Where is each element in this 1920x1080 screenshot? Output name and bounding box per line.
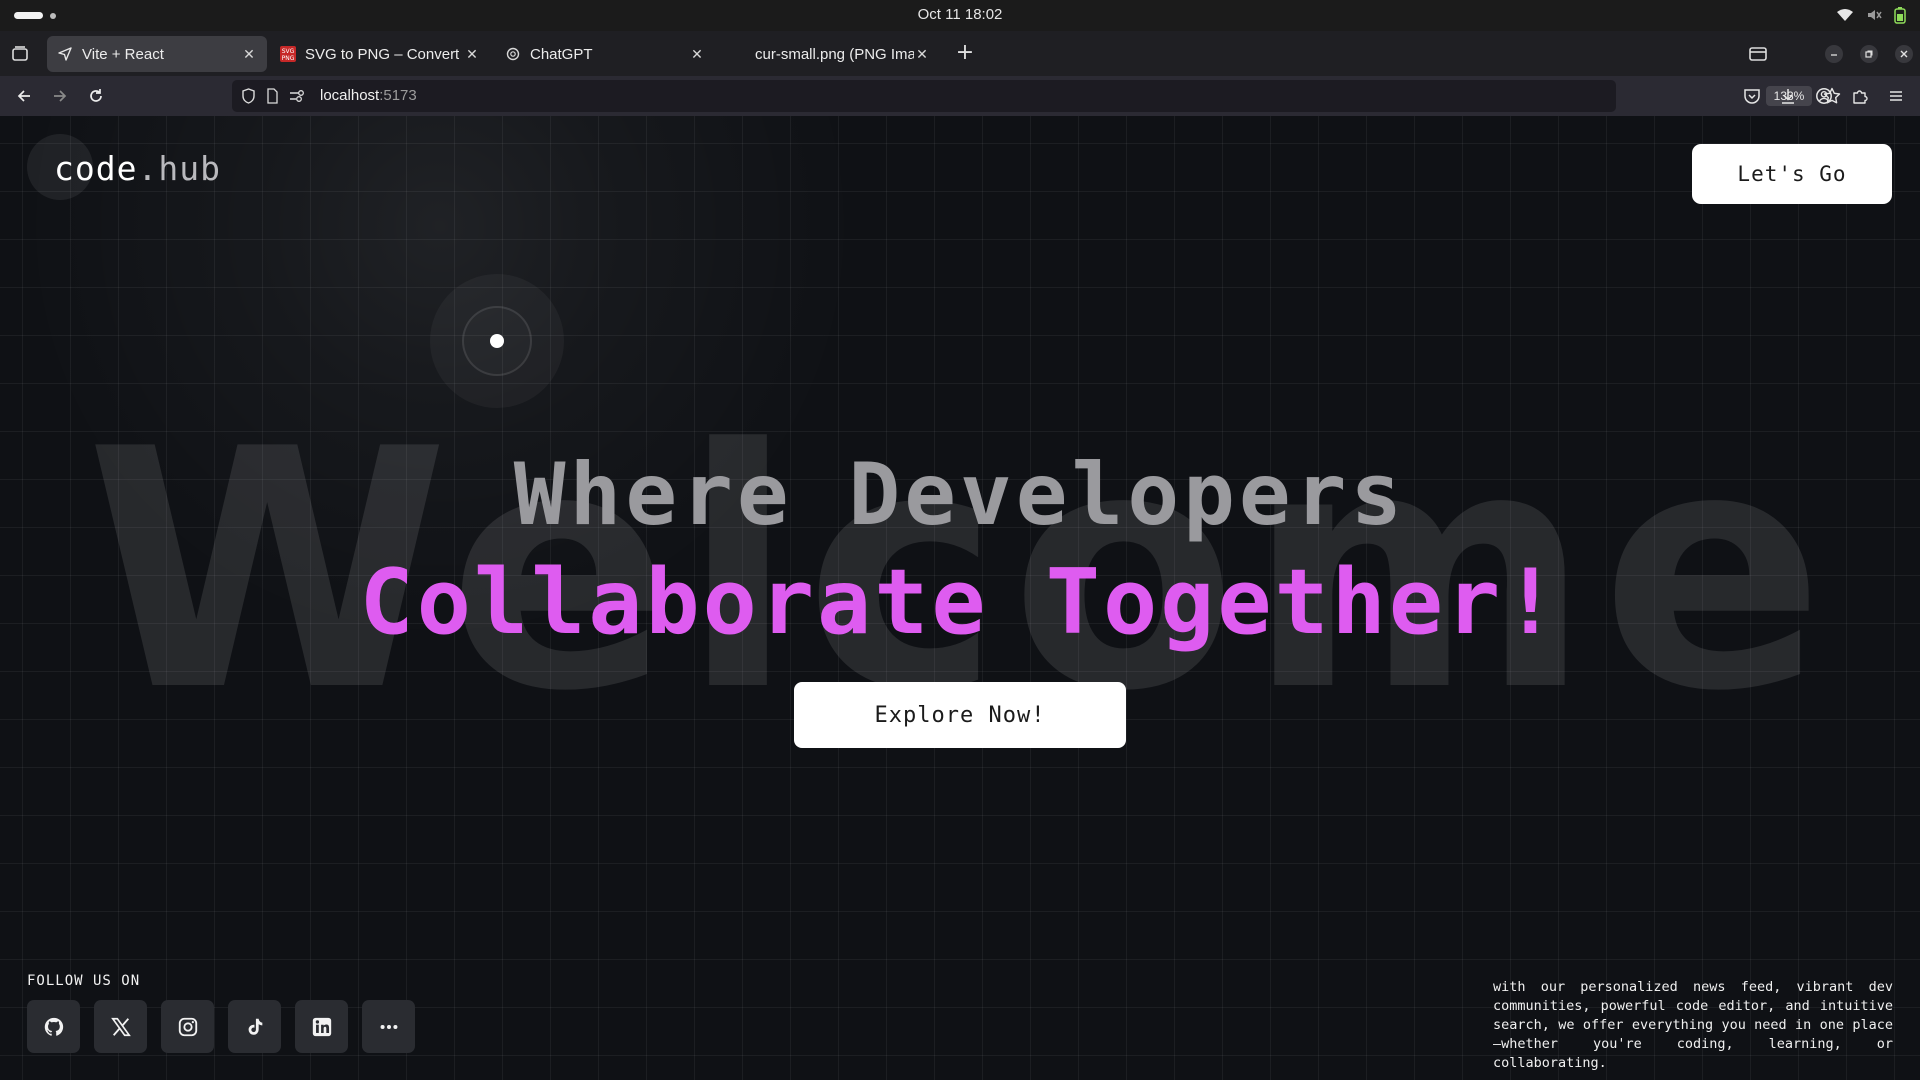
github-icon (44, 1017, 63, 1036)
hero-headline-line-1: Where Developers (513, 445, 1407, 545)
more-link[interactable] (362, 1000, 415, 1053)
tab-list-icon[interactable] (9, 43, 31, 65)
svg-text:SVG: SVG (282, 48, 295, 55)
shield-icon[interactable] (241, 88, 256, 104)
menu-hamburger-icon[interactable] (1884, 84, 1908, 108)
image-icon (730, 46, 746, 62)
site-logo[interactable]: code.hub (54, 149, 221, 188)
restore-icon[interactable] (1860, 45, 1878, 63)
tab-title: ChatGPT (530, 45, 593, 63)
minimize-icon[interactable] (1825, 45, 1843, 63)
battery-icon (1894, 7, 1906, 24)
permissions-icon[interactable] (289, 89, 305, 103)
os-clock[interactable]: Oct 11 18:02 (0, 6, 1920, 23)
wifi-icon (1837, 9, 1853, 21)
instagram-link[interactable] (161, 1000, 214, 1053)
tab-title: cur-small.png (PNG Image, 5C (755, 45, 914, 63)
svg-png-icon: SVG PNG (280, 46, 296, 62)
more-icon (380, 1024, 397, 1029)
lets-go-button[interactable]: Let's Go (1692, 144, 1892, 204)
logo-code: code (54, 149, 138, 188)
url-bar[interactable]: localhost:5173 133% (232, 80, 1841, 112)
forward-arrow-icon[interactable] (48, 84, 72, 108)
github-link[interactable] (27, 1000, 80, 1053)
url-port: :5173 (379, 87, 417, 104)
tiktok-icon (248, 1018, 262, 1035)
tab-title: Vite + React (82, 45, 164, 63)
pocket-icon[interactable] (1740, 84, 1764, 108)
account-icon[interactable] (1812, 84, 1836, 108)
download-icon[interactable] (1776, 84, 1800, 108)
tab-svg-to-png[interactable]: SVGPNG SVG to PNG – Convert SVG ✕ (270, 36, 490, 72)
tab-close-icon[interactable]: ✕ (464, 46, 480, 62)
x-icon (110, 1017, 131, 1036)
linkedin-link[interactable] (295, 1000, 348, 1053)
page-viewport: code.hub Let's Go Welcome Where Develope… (0, 116, 1920, 1080)
svg-text:PNG: PNG (282, 55, 295, 62)
instagram-icon (178, 1017, 197, 1036)
volume-muted-icon (1868, 10, 1882, 20)
tab-close-icon[interactable]: ✕ (241, 46, 257, 62)
hero-headline-line-2: Collaborate Together! (359, 550, 1561, 655)
url-host: localhost (320, 87, 380, 104)
back-arrow-icon[interactable] (12, 84, 36, 108)
browser-nav-bar: localhost:5173 133% (0, 76, 1920, 116)
tab-close-icon[interactable]: ✕ (914, 46, 930, 62)
close-window-icon[interactable] (1895, 45, 1913, 63)
tab-chatgpt[interactable]: ChatGPT ✕ (495, 36, 715, 72)
logo-hub: hub (158, 149, 221, 188)
hero-description: with our personalized news feed, vibrant… (1493, 979, 1893, 1071)
tab-title: SVG to PNG – Convert SVG (305, 45, 464, 63)
tab-vite-react[interactable]: Vite + React ✕ (47, 36, 267, 72)
reload-icon[interactable] (84, 84, 108, 108)
logo-dot: . (137, 149, 159, 188)
social-links (27, 1000, 415, 1053)
linkedin-icon (312, 1017, 331, 1036)
chatgpt-icon (505, 46, 521, 62)
extensions-icon[interactable] (1848, 84, 1872, 108)
page-info-icon[interactable] (266, 88, 279, 104)
custom-cursor-dot (490, 334, 504, 348)
url-text[interactable]: localhost:5173 (320, 87, 417, 104)
tab-groups-icon[interactable] (1747, 43, 1769, 65)
system-tray[interactable] (1836, 6, 1906, 24)
tab-close-icon[interactable]: ✕ (689, 46, 705, 62)
follow-us-label: FOLLOW US ON (27, 973, 141, 989)
x-link[interactable] (94, 1000, 147, 1053)
tab-cur-small-png[interactable]: cur-small.png (PNG Image, 5C ✕ (720, 36, 940, 72)
os-top-bar: Oct 11 18:02 (0, 0, 1920, 31)
new-tab-plus-icon[interactable]: + (954, 42, 976, 65)
browser-tab-strip: Vite + React ✕ SVG PNG SVG to PNG – Conve… (0, 31, 1920, 76)
explore-now-button[interactable]: Explore Now! (794, 682, 1126, 748)
tiktok-link[interactable] (228, 1000, 281, 1053)
vite-icon (57, 46, 73, 62)
